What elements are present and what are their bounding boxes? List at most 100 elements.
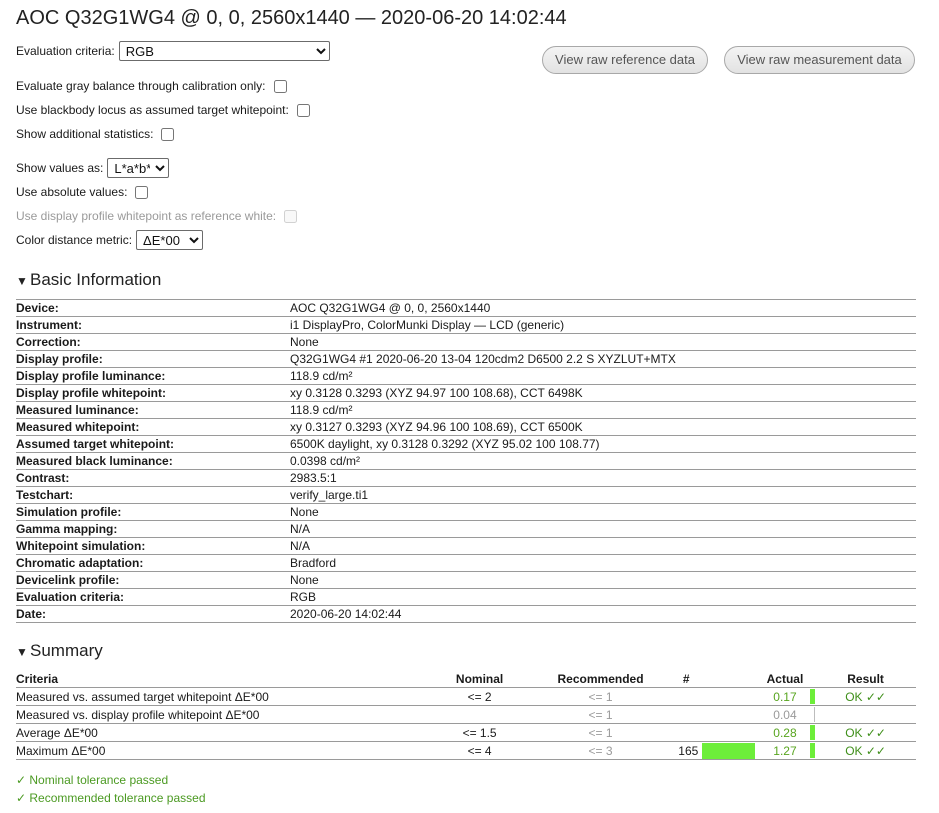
- summary-criteria: Average ΔE*00: [16, 723, 433, 742]
- gray-balance-row: Evaluate gray balance through calibratio…: [16, 79, 287, 93]
- info-value: None: [290, 503, 916, 521]
- display-profile-wp-checkbox: [284, 209, 298, 223]
- summary-row: Average ΔE*00 <= 1.5 <= 1 0.28 OK ✓✓: [16, 723, 916, 742]
- bar-header: [702, 671, 755, 688]
- actual-header: Actual: [754, 671, 816, 688]
- blackbody-checkbox[interactable]: [296, 103, 310, 117]
- color-distance-row: Color distance metric: ΔE*00: [16, 230, 204, 250]
- evaluation-criteria-label: Evaluation criteria:: [16, 44, 115, 58]
- info-value: xy 0.3127 0.3293 (XYZ 94.96 100 108.69),…: [290, 418, 916, 436]
- info-key: Simulation profile:: [16, 503, 290, 521]
- info-key: Testchart:: [16, 486, 290, 504]
- summary-criteria: Measured vs. display profile whitepoint …: [16, 705, 433, 724]
- show-values-select[interactable]: L*a*b*: [107, 158, 170, 178]
- summary-criteria: Measured vs. assumed target whitepoint Δ…: [16, 687, 433, 706]
- info-value: xy 0.3128 0.3293 (XYZ 94.97 100 108.68),…: [290, 384, 916, 402]
- info-value: Bradford: [290, 554, 916, 572]
- summary-actual: 0.04: [754, 705, 816, 724]
- additional-stats-label: Show additional statistics:: [16, 127, 154, 141]
- summary-title: Summary: [30, 641, 103, 660]
- info-value: Q32G1WG4 #1 2020-06-20 13-04 120cdm2 D65…: [290, 350, 916, 368]
- additional-stats-checkbox[interactable]: [161, 127, 175, 141]
- summary-bar-cell: [702, 723, 755, 742]
- info-row: Whitepoint simulation: N/A: [16, 537, 916, 555]
- page-title: AOC Q32G1WG4 @ 0, 0, 2560x1440 — 2020-06…: [16, 7, 567, 29]
- summary-heading[interactable]: ▼ Summary: [16, 641, 103, 661]
- info-row: Simulation profile: None: [16, 503, 916, 521]
- summary-recommended: <= 3: [526, 741, 675, 760]
- summary-recommended: <= 1: [526, 723, 675, 742]
- absolute-values-checkbox[interactable]: [135, 185, 149, 199]
- info-value: None: [290, 333, 916, 351]
- info-key: Evaluation criteria:: [16, 588, 290, 606]
- info-row: Correction: None: [16, 333, 916, 351]
- summary-actual-value: 0.28: [773, 725, 797, 740]
- info-key: Device:: [16, 299, 290, 317]
- basic-information-title: Basic Information: [30, 270, 162, 289]
- summary-result: [815, 705, 916, 724]
- view-raw-measurement-button[interactable]: View raw measurement data: [724, 46, 915, 74]
- summary-actual: 0.28: [754, 723, 816, 742]
- additional-stats-row: Show additional statistics:: [16, 127, 175, 141]
- info-value: None: [290, 571, 916, 589]
- summary-actual: 0.17: [754, 687, 816, 706]
- deviation-bar: [702, 742, 755, 759]
- info-key: Display profile:: [16, 350, 290, 368]
- summary-actual-value: 1.27: [773, 743, 797, 758]
- summary-row: Measured vs. display profile whitepoint …: [16, 705, 916, 724]
- info-key: Assumed target whitepoint:: [16, 435, 290, 453]
- display-profile-wp-row: Use display profile whitepoint as refere…: [16, 209, 298, 223]
- info-row: Instrument: i1 DisplayPro, ColorMunki Dis…: [16, 316, 916, 334]
- info-row: Gamma mapping: N/A: [16, 520, 916, 538]
- info-row: Assumed target whitepoint: 6500K daylight…: [16, 435, 916, 453]
- info-value: AOC Q32G1WG4 @ 0, 0, 2560x1440: [290, 299, 916, 317]
- basic-information-heading[interactable]: ▼ Basic Information: [16, 270, 161, 290]
- summary-result: OK ✓✓: [815, 741, 916, 760]
- color-distance-select[interactable]: ΔE*00: [136, 230, 204, 250]
- info-value: RGB: [290, 588, 916, 606]
- info-key: Instrument:: [16, 316, 290, 334]
- info-value: N/A: [290, 537, 916, 555]
- info-key: Display profile whitepoint:: [16, 384, 290, 402]
- info-row: Evaluation criteria: RGB: [16, 588, 916, 606]
- gray-balance-checkbox[interactable]: [273, 79, 287, 93]
- info-row: Display profile whitepoint: xy 0.3128 0.3…: [16, 384, 916, 402]
- info-key: Measured black luminance:: [16, 452, 290, 470]
- actual-marker: [814, 707, 816, 722]
- info-key: Date:: [16, 605, 290, 623]
- view-raw-reference-button[interactable]: View raw reference data: [542, 46, 708, 74]
- info-row: Display profile: Q32G1WG4 #1 2020-06-20 1…: [16, 350, 916, 368]
- info-row: Device: AOC Q32G1WG4 @ 0, 0, 2560x1440: [16, 299, 916, 317]
- criteria-header: Criteria: [16, 671, 433, 688]
- actual-marker: [810, 725, 816, 740]
- summary-actual-value: 0.04: [773, 707, 797, 722]
- info-value: 2020-06-20 14:02:44: [290, 605, 916, 623]
- evaluation-criteria-select[interactable]: RGB: [118, 41, 330, 61]
- blackbody-row: Use blackbody locus as assumed target wh…: [16, 103, 310, 117]
- collapse-triangle-icon[interactable]: ▼: [16, 274, 30, 288]
- info-key: Whitepoint simulation:: [16, 537, 290, 555]
- result-header: Result: [815, 671, 916, 688]
- info-key: Display profile luminance:: [16, 367, 290, 385]
- summary-bar-cell: [702, 741, 755, 760]
- show-values-label: Show values as:: [16, 161, 104, 175]
- summary-count: [674, 723, 703, 742]
- gray-balance-label: Evaluate gray balance through calibratio…: [16, 79, 266, 93]
- info-value: 0.0398 cd/m²: [290, 452, 916, 470]
- info-row: Display profile luminance: 118.9 cd/m²: [16, 367, 916, 385]
- nominal-passed-status: ✓ Nominal tolerance passed: [16, 773, 169, 787]
- collapse-triangle-icon[interactable]: ▼: [16, 645, 30, 659]
- info-row: Measured black luminance: 0.0398 cd/m²: [16, 452, 916, 470]
- info-key: Measured whitepoint:: [16, 418, 290, 436]
- absolute-values-row: Use absolute values:: [16, 185, 149, 199]
- info-row: Measured whitepoint: xy 0.3127 0.3293 (XY…: [16, 418, 916, 436]
- actual-marker: [810, 689, 816, 704]
- info-row: Measured luminance: 118.9 cd/m²: [16, 401, 916, 419]
- summary-criteria: Maximum ΔE*00: [16, 741, 433, 760]
- summary-row: Measured vs. assumed target whitepoint Δ…: [16, 687, 916, 706]
- info-row: Date: 2020-06-20 14:02:44: [16, 605, 916, 623]
- summary-recommended: <= 1: [526, 705, 675, 724]
- info-value: verify_large.ti1: [290, 486, 916, 504]
- basic-information-table: Device: AOC Q32G1WG4 @ 0, 0, 2560x1440 Ins…: [16, 299, 916, 623]
- info-key: Contrast:: [16, 469, 290, 487]
